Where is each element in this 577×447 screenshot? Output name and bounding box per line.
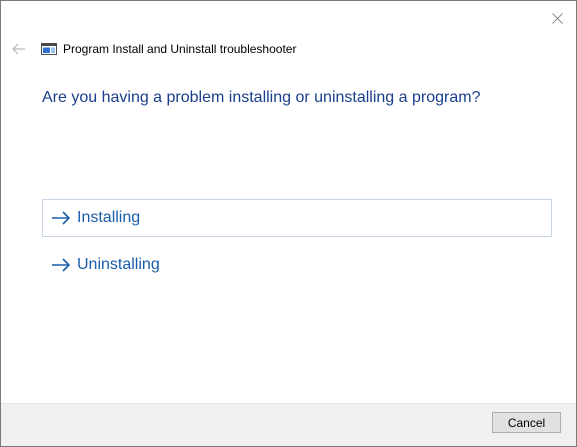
close-button[interactable] (548, 9, 566, 27)
right-arrow-icon (51, 211, 71, 225)
option-uninstalling-label: Uninstalling (77, 256, 160, 273)
page-question: Are you having a problem installing or u… (42, 89, 481, 106)
close-icon (551, 12, 563, 24)
troubleshooter-app-icon (41, 42, 57, 56)
footer-bar: Cancel (1, 403, 576, 446)
cancel-button[interactable]: Cancel (492, 412, 561, 433)
right-arrow-icon (51, 258, 71, 272)
option-installing-label: Installing (77, 209, 141, 226)
back-button[interactable] (11, 41, 27, 57)
title-row: Program Install and Uninstall troublesho… (11, 39, 296, 59)
troubleshooter-window: Program Install and Uninstall troublesho… (0, 0, 577, 447)
option-installing[interactable]: Installing (42, 199, 552, 237)
option-uninstalling[interactable]: Uninstalling (42, 246, 552, 284)
window-title: Program Install and Uninstall troublesho… (63, 42, 297, 56)
back-arrow-icon (12, 43, 25, 55)
